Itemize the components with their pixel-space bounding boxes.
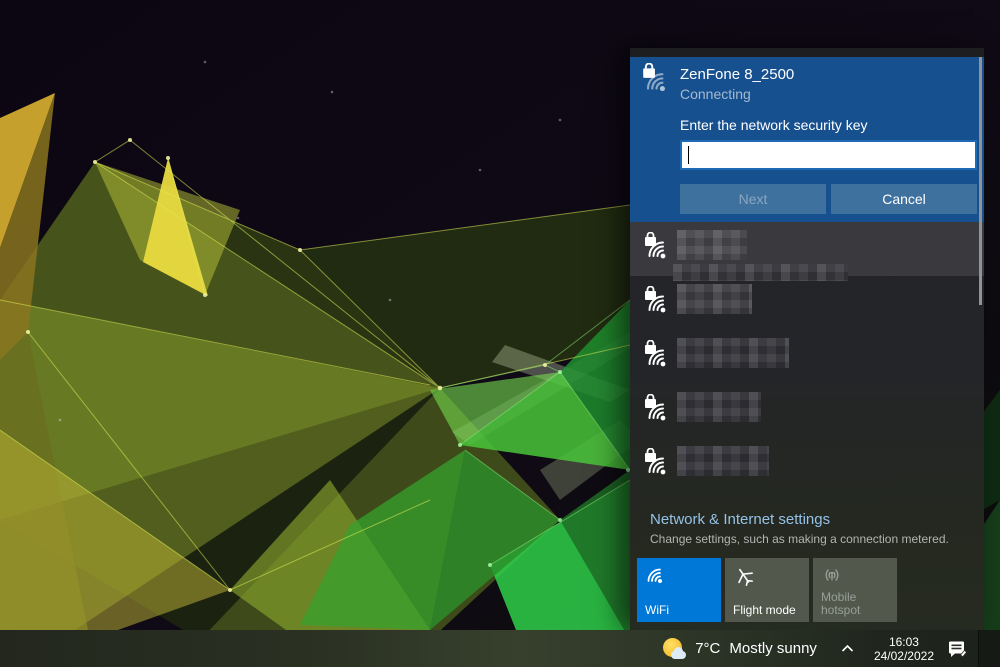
- censored-network-name: [677, 392, 761, 422]
- censored-network-name: [677, 284, 752, 314]
- settings-hint-text: Change settings, such as making a connec…: [650, 532, 949, 546]
- tile-label: Flight mode: [733, 604, 805, 617]
- clock-date: 24/02/2022: [874, 649, 934, 663]
- secured-wifi-icon: [644, 340, 670, 375]
- weather-widget[interactable]: 7°C Mostly sunny: [662, 637, 817, 661]
- weather-condition: Mostly sunny: [729, 640, 817, 657]
- wifi-flyout-panel: ZenFone 8_2500 Connecting Enter the netw…: [630, 48, 984, 630]
- mobile-hotspot-tile[interactable]: Mobile hotspot: [813, 558, 897, 622]
- network-name: ZenFone 8_2500: [680, 66, 794, 83]
- taskbar: 7°C Mostly sunny 16:03 24/02/2022: [0, 630, 1000, 667]
- text-caret: [688, 146, 689, 164]
- next-button[interactable]: Next: [680, 184, 826, 214]
- airplane-icon: [733, 565, 757, 594]
- wifi-network-list: [630, 222, 984, 492]
- secured-wifi-icon: [644, 394, 670, 429]
- action-center-icon: [947, 639, 969, 659]
- wifi-network-item[interactable]: [630, 330, 984, 384]
- wifi-network-item[interactable]: [630, 276, 984, 330]
- secured-wifi-icon: [644, 286, 670, 321]
- secured-wifi-icon: [644, 448, 670, 483]
- desktop: ZenFone 8_2500 Connecting Enter the netw…: [0, 0, 1000, 667]
- security-key-prompt: Enter the network security key: [680, 117, 868, 133]
- show-desktop-corner[interactable]: [978, 630, 1000, 667]
- selected-network-item[interactable]: ZenFone 8_2500 Connecting Enter the netw…: [630, 57, 984, 222]
- scrollbar-thumb[interactable]: [979, 57, 982, 305]
- quick-action-tiles: WiFi Flight mode: [637, 558, 897, 622]
- wifi-network-item[interactable]: [630, 222, 984, 276]
- clock-time: 16:03: [874, 635, 934, 649]
- hotspot-icon: [821, 565, 843, 592]
- secured-wifi-icon: [644, 232, 670, 267]
- flight-mode-tile[interactable]: Flight mode: [725, 558, 809, 622]
- censored-network-name: [677, 230, 747, 260]
- network-status: Connecting: [680, 86, 751, 102]
- tray-expand-button[interactable]: [841, 644, 854, 653]
- security-key-input[interactable]: [680, 140, 977, 170]
- censored-network-name: [677, 446, 769, 476]
- tile-label: WiFi: [645, 604, 717, 617]
- secured-wifi-icon: [642, 63, 670, 100]
- censored-network-detail: [673, 264, 848, 281]
- network-settings-link[interactable]: Network & Internet settings: [650, 511, 830, 528]
- wifi-icon: [645, 565, 667, 592]
- cancel-button[interactable]: Cancel: [831, 184, 977, 214]
- weather-temperature: 7°C: [695, 640, 720, 657]
- taskbar-clock[interactable]: 16:03 24/02/2022: [874, 635, 934, 663]
- chevron-up-icon: [841, 644, 854, 653]
- wifi-network-item[interactable]: [630, 384, 984, 438]
- sun-cloud-icon: [662, 637, 686, 661]
- wifi-toggle-tile[interactable]: WiFi: [637, 558, 721, 622]
- wifi-network-item[interactable]: [630, 438, 984, 492]
- action-center-button[interactable]: [947, 639, 969, 659]
- censored-network-name: [677, 338, 789, 368]
- tile-label: Mobile hotspot: [821, 591, 893, 617]
